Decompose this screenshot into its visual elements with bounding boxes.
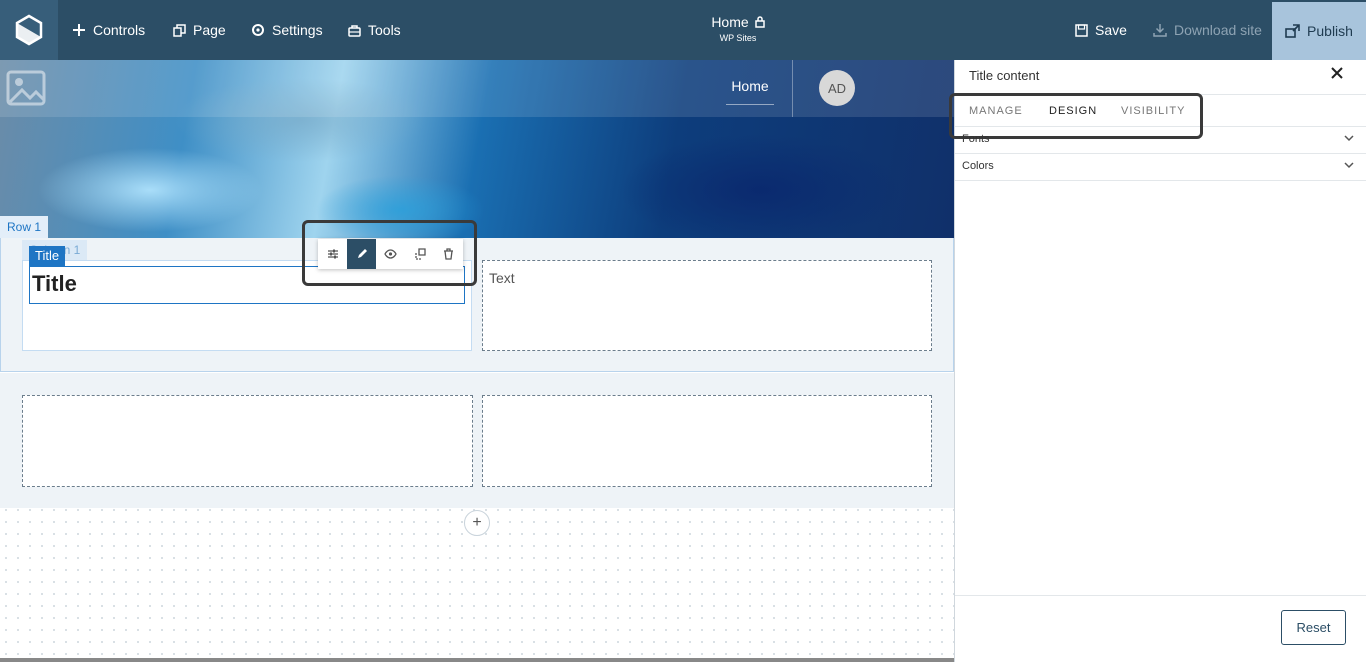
bottom-scrollbar[interactable] xyxy=(0,658,954,662)
page-title-block[interactable]: Home WP Sites xyxy=(690,14,786,43)
download-icon xyxy=(1153,24,1167,37)
page-button[interactable]: Page xyxy=(173,0,226,60)
add-row-button-bottom[interactable]: + xyxy=(464,510,490,536)
settings-button[interactable]: Settings xyxy=(251,0,323,60)
row-2-column-2[interactable] xyxy=(482,395,932,487)
title-element-tag[interactable]: Title xyxy=(29,246,66,266)
text-element[interactable]: Text xyxy=(489,270,515,286)
editor-canvas[interactable]: Home AD Row 1 Column 1 Title Title Text … xyxy=(0,60,954,662)
chevron-down-icon xyxy=(1344,135,1354,142)
panel-footer-divider xyxy=(955,595,1366,596)
save-label: Save xyxy=(1095,22,1127,38)
column-2[interactable]: Text xyxy=(482,260,932,351)
tools-button[interactable]: Tools xyxy=(348,0,401,60)
top-bar: Controls Page Settings Tools Home WP Sit… xyxy=(0,0,1366,60)
publish-button[interactable]: Publish xyxy=(1272,2,1366,60)
page-label: Page xyxy=(193,22,226,38)
panel-header: Title content xyxy=(955,60,1366,95)
lock-icon xyxy=(754,16,765,28)
download-label: Download site xyxy=(1174,22,1262,38)
properties-panel: Title content MANAGE DESIGN VISIBILITY F… xyxy=(949,60,1366,662)
image-icon[interactable] xyxy=(6,68,50,108)
fonts-section[interactable]: Fonts xyxy=(955,127,1366,154)
logo[interactable] xyxy=(0,0,58,60)
save-icon xyxy=(1075,23,1088,37)
publish-icon xyxy=(1285,24,1300,38)
nav-home-link[interactable]: Home xyxy=(726,78,774,105)
logo-icon xyxy=(15,14,43,46)
colors-section-label: Colors xyxy=(962,160,994,172)
panel-title: Title content xyxy=(969,68,1040,83)
row-2-column-1[interactable] xyxy=(22,395,473,487)
site-name: WP Sites xyxy=(719,33,757,43)
page-icon xyxy=(173,23,186,37)
avatar[interactable]: AD xyxy=(819,70,855,106)
settings-label: Settings xyxy=(272,22,323,38)
title-text: Title xyxy=(32,271,77,296)
reset-button[interactable]: Reset xyxy=(1281,610,1346,645)
tools-label: Tools xyxy=(368,22,401,38)
nav-divider xyxy=(792,60,793,117)
save-button[interactable]: Save xyxy=(1075,0,1127,60)
toolbox-icon xyxy=(348,24,361,37)
toolbar-highlight xyxy=(302,220,477,286)
colors-section[interactable]: Colors xyxy=(955,154,1366,181)
download-site-button[interactable]: Download site xyxy=(1153,0,1262,60)
controls-button[interactable]: Controls xyxy=(72,0,145,60)
chevron-down-icon xyxy=(1344,162,1354,169)
publish-label: Publish xyxy=(1307,23,1353,39)
gear-icon xyxy=(252,24,264,36)
row-label[interactable]: Row 1 xyxy=(0,216,49,238)
header-section[interactable]: Home AD xyxy=(0,60,954,238)
page-title: Home xyxy=(711,14,749,30)
fonts-section-label: Fonts xyxy=(962,133,990,145)
close-icon[interactable] xyxy=(1330,66,1344,80)
header-strip xyxy=(0,60,954,117)
plus-icon xyxy=(73,24,85,36)
controls-label: Controls xyxy=(93,22,146,38)
